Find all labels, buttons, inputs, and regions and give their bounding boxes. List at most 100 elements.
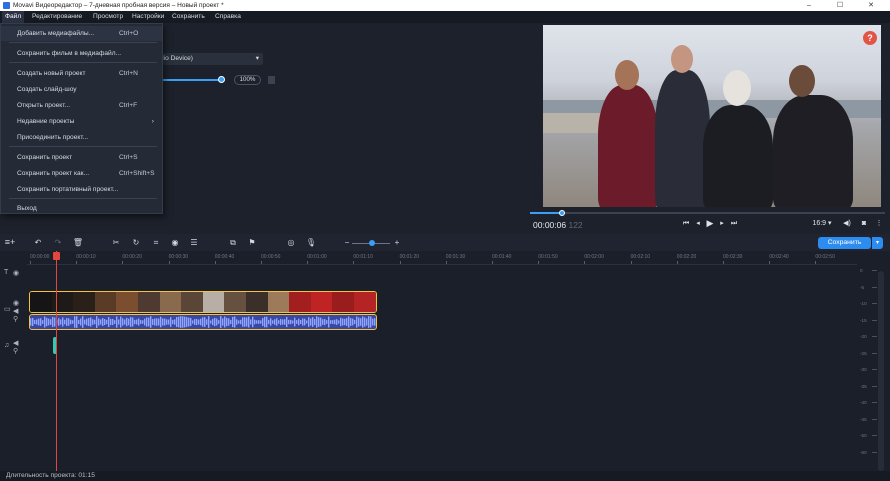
meter-label: -25 (860, 350, 867, 356)
volume-value[interactable]: 100% (234, 75, 261, 85)
menu-view[interactable]: Просмотр (90, 11, 126, 23)
waveform-bar (52, 316, 54, 328)
waveform-bar (290, 319, 292, 325)
next-clip-icon[interactable]: ⏭ (728, 218, 740, 229)
menu-file[interactable]: Файл (2, 11, 25, 23)
seek-handle[interactable] (558, 210, 565, 216)
maximize-button[interactable]: ☐ (826, 0, 854, 11)
menu-item-label: Создать новый проект (17, 70, 86, 77)
meter-label: -5 (860, 284, 865, 290)
add-track-icon[interactable]: ≡+ (4, 237, 16, 248)
waveform-bar (280, 318, 282, 326)
volume-icon[interactable]: ◀) (841, 218, 853, 229)
clip-thumbnail (73, 292, 96, 312)
snapshot-icon[interactable]: ◙ (858, 218, 870, 229)
menu-help[interactable]: Справка (212, 11, 244, 23)
link-icon[interactable]: ⚲ (13, 347, 18, 355)
waveform-bar (344, 318, 346, 326)
file-menu-item[interactable]: Присоединить проект... (1, 130, 162, 145)
waveform-bar (318, 317, 320, 327)
previous-frame-icon[interactable]: ◂ (692, 218, 704, 229)
volume-slider-handle[interactable] (218, 76, 225, 83)
menu-settings[interactable]: Настройки (129, 11, 167, 23)
menu-item-label: Добавить медиафайлы... (17, 30, 95, 37)
delete-icon[interactable]: 🗑 (72, 237, 84, 248)
time-ruler[interactable]: 00:00:00 00:00:10 00:00:20 00:00:30 00:00:40… (27, 251, 857, 265)
next-frame-icon[interactable]: ▸ (716, 218, 728, 229)
zoom-slider-handle[interactable] (369, 240, 375, 246)
waveform-bar (112, 318, 114, 326)
more-icon[interactable]: ⋮ (873, 218, 885, 229)
speaker-icon[interactable]: ◀ (13, 307, 18, 315)
clip-thumbnail (332, 292, 355, 312)
play-icon[interactable]: ▶ (704, 218, 716, 229)
video-preview[interactable]: ? (543, 25, 881, 207)
overlay-icon[interactable]: ◎ (285, 237, 297, 248)
waveform-bar (314, 318, 316, 326)
file-menu-item[interactable]: Сохранить фильм в медиафайл... (1, 46, 162, 61)
playhead-handle[interactable] (53, 252, 60, 260)
file-menu-item[interactable]: Открыть проект... Ctrl+F (1, 98, 162, 113)
waveform-bar (174, 319, 176, 325)
file-menu-item[interactable]: Выход (1, 201, 162, 216)
zoom-in-icon[interactable]: + (391, 237, 403, 248)
speed-icon[interactable]: ◉ (169, 237, 181, 248)
waveform-bar (206, 319, 208, 325)
file-menu-item[interactable]: Добавить медиафайлы... Ctrl+O (1, 26, 162, 41)
file-menu-item[interactable]: Сохранить портативный проект... (1, 182, 162, 197)
volume-slider[interactable] (160, 79, 222, 81)
crop-icon[interactable]: ⌗ (150, 237, 162, 248)
export-button[interactable]: Сохранить (818, 237, 871, 249)
audio-clip[interactable] (29, 314, 377, 330)
clip-thumbnail (51, 292, 75, 312)
clip-thumbnail (267, 292, 291, 312)
menu-edit[interactable]: Редактирование (29, 11, 85, 23)
waveform-bar (218, 320, 220, 324)
waveform-bar (84, 319, 86, 325)
waveform-bar (278, 320, 280, 324)
timeline[interactable]: 00:00:00 00:00:10 00:00:20 00:00:30 00:00:40… (0, 251, 890, 471)
waveform-bar (118, 319, 120, 325)
minimize-button[interactable]: – (795, 0, 823, 11)
volume-options-button[interactable] (268, 76, 275, 84)
file-menu-item[interactable]: Сохранить проект Ctrl+S (1, 150, 162, 165)
preview-seek-bar[interactable] (530, 210, 885, 216)
previous-clip-icon[interactable]: ⏮ (680, 218, 692, 229)
speaker-icon[interactable]: ◀ (13, 339, 18, 347)
aspect-ratio-select[interactable]: 16:9 ▾ (808, 218, 836, 229)
file-menu-item[interactable]: Недавние проекты › (1, 114, 162, 129)
marker-icon[interactable]: ⚑ (246, 237, 258, 248)
redo-icon[interactable]: ↷ (52, 237, 64, 248)
export-options-button[interactable]: ▾ (872, 237, 883, 249)
rotate-icon[interactable]: ↻ (130, 237, 142, 248)
waveform-bar (276, 318, 278, 326)
waveform-bar (214, 317, 216, 327)
properties-icon[interactable]: ☰ (188, 237, 200, 248)
video-clip[interactable] (29, 291, 377, 313)
microphone-icon[interactable]: 🎙 (305, 237, 317, 248)
waveform-bar (270, 318, 272, 326)
close-button[interactable]: ✕ (857, 0, 885, 11)
video-track-header: ▭ ◉ ◀ ⚲ (0, 299, 24, 329)
ruler-tick-label: 00:00:20 (122, 254, 142, 264)
pip-icon[interactable]: ⧉ (227, 237, 239, 248)
eye-icon[interactable]: ◉ (13, 299, 19, 307)
cut-icon[interactable]: ✂ (110, 237, 122, 248)
waveform-bar (146, 317, 148, 327)
playhead[interactable] (56, 251, 57, 473)
waveform-bar (46, 317, 48, 327)
menu-separator (9, 62, 157, 63)
ruler-tick-label: 00:02:30 (723, 254, 743, 264)
waveform-bar (168, 319, 170, 325)
link-icon[interactable]: ⚲ (13, 315, 18, 323)
file-menu-item[interactable]: Создать слайд-шоу (1, 82, 162, 97)
help-icon[interactable]: ? (863, 31, 877, 45)
eye-icon[interactable]: ◉ (13, 269, 19, 277)
menu-save[interactable]: Сохранить (169, 11, 208, 23)
waveform-bar (362, 316, 364, 328)
menu-item-shortcut: Ctrl+O (119, 30, 139, 37)
undo-icon[interactable]: ↶ (32, 237, 44, 248)
clip-thumbnail (310, 292, 334, 312)
file-menu-item[interactable]: Сохранить проект как... Ctrl+Shift+S (1, 166, 162, 181)
file-menu-item[interactable]: Создать новый проект Ctrl+N (1, 66, 162, 81)
